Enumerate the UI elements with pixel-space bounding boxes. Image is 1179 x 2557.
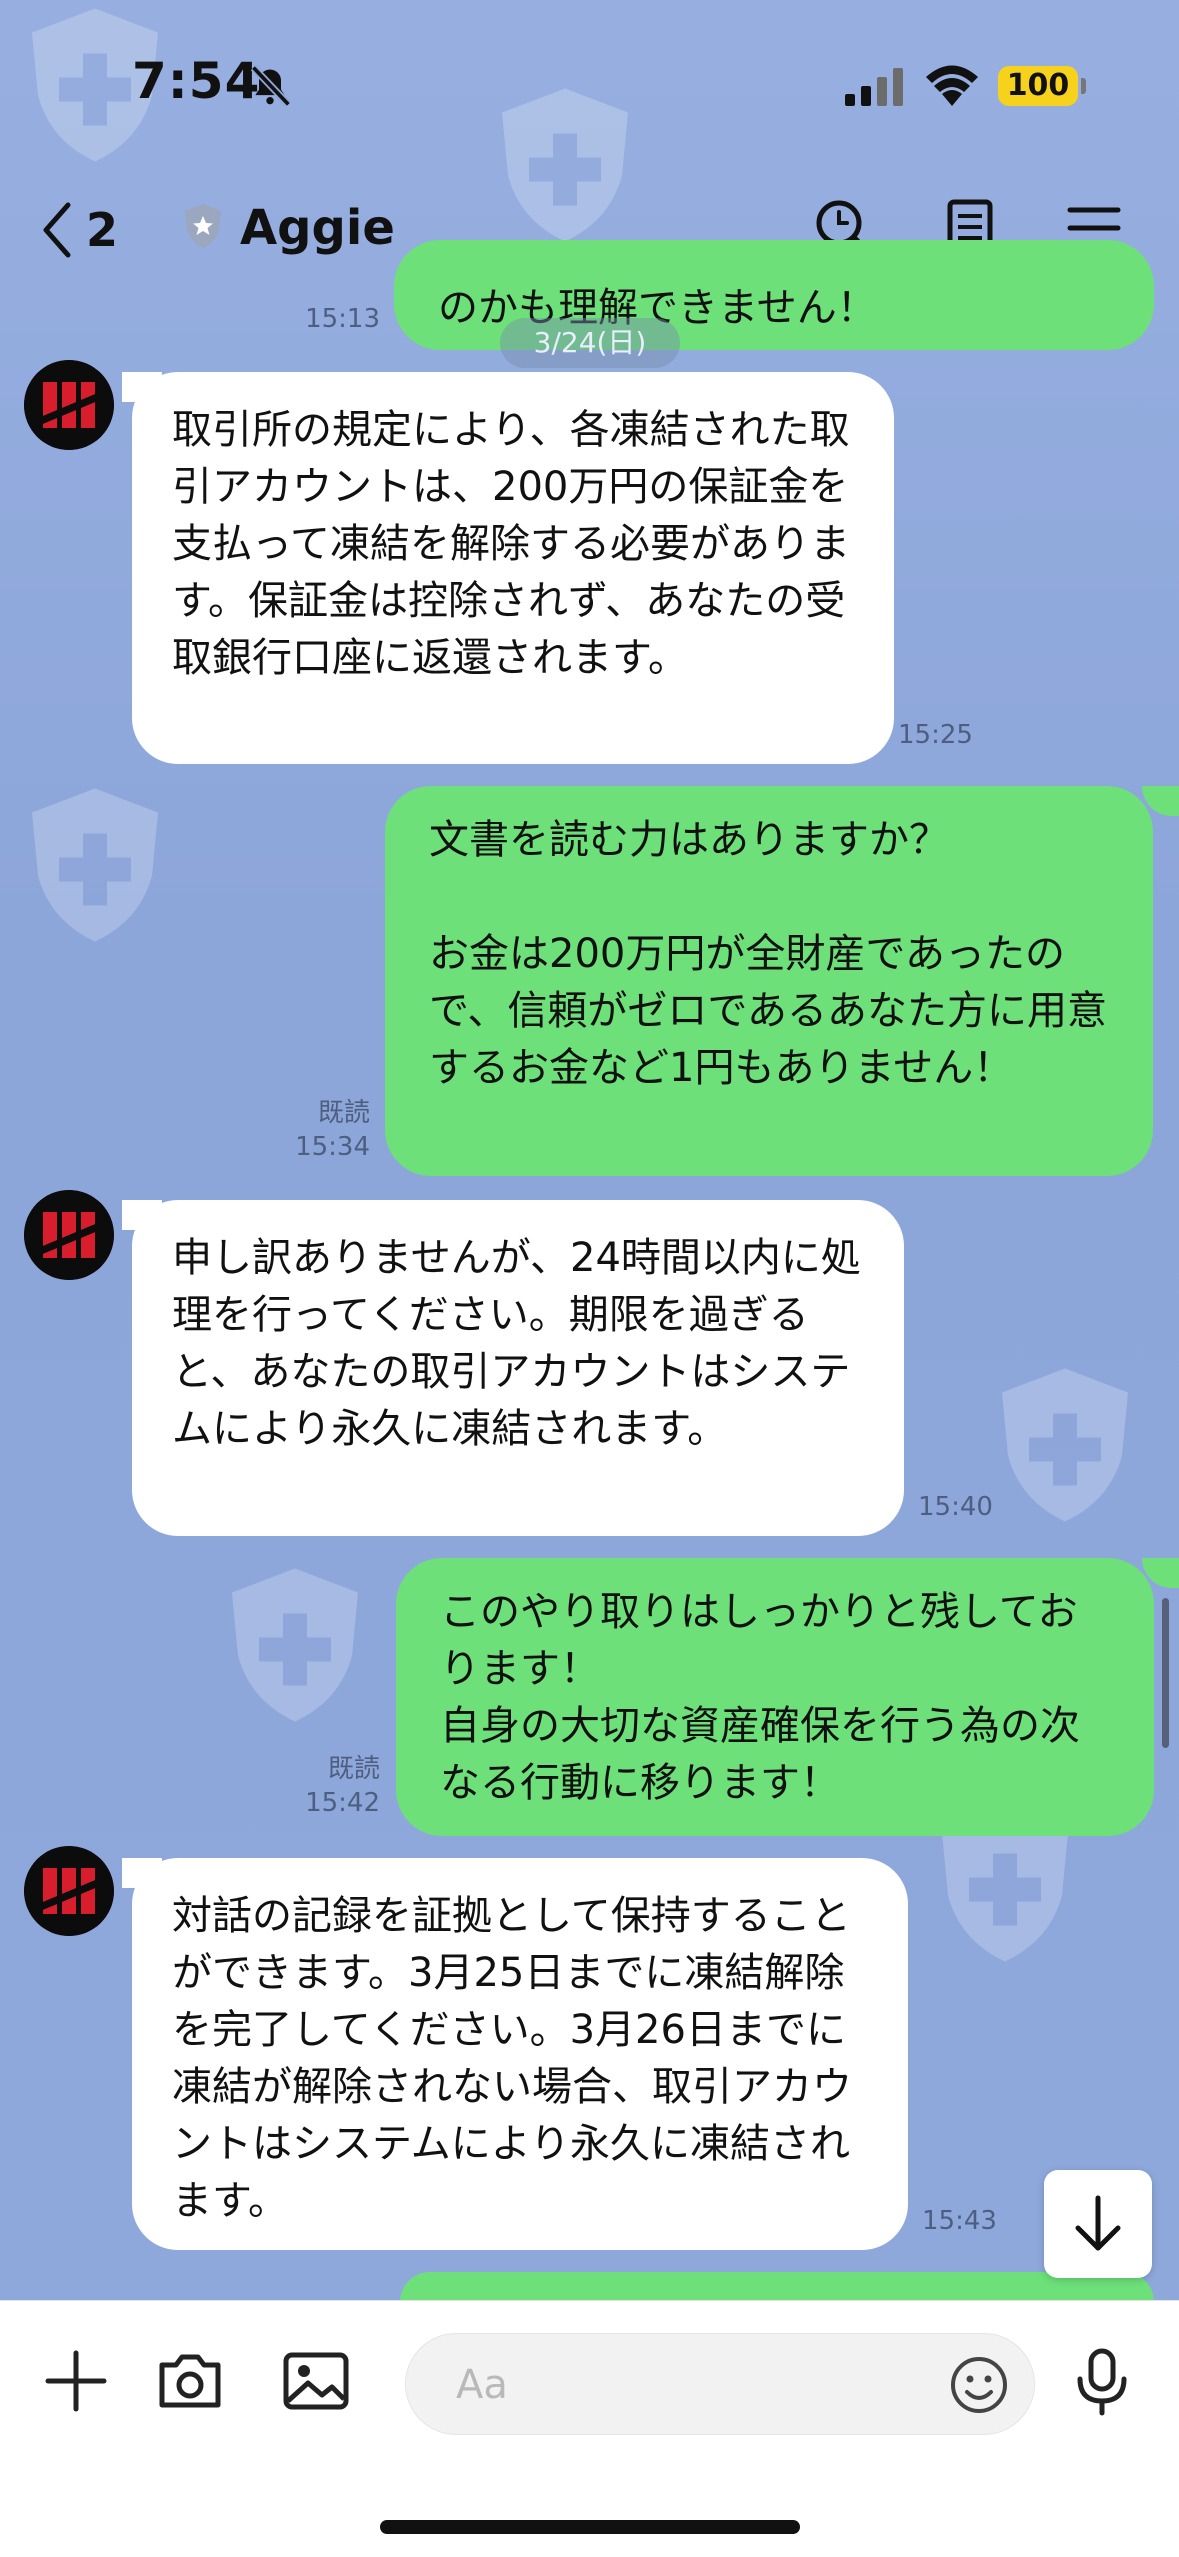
watermark-shield-icon (1002, 1368, 1128, 1522)
message-input-bar (0, 2300, 1179, 2557)
message-input[interactable] (405, 2333, 1035, 2435)
avatar[interactable] (24, 360, 114, 450)
logo-icon (24, 1190, 114, 1280)
plus-icon[interactable] (40, 2345, 112, 2417)
read-receipt: 既読 (317, 1098, 370, 1128)
message-time: 15:43 (922, 2206, 997, 2236)
logo-icon (24, 360, 114, 450)
watermark-shield-icon (32, 788, 158, 942)
shield-badge-icon (185, 204, 221, 248)
chat-name: Aggie (240, 200, 395, 256)
logo-icon (24, 1846, 114, 1936)
home-indicator (380, 2520, 800, 2534)
emoji-icon[interactable] (948, 2354, 1010, 2416)
message-time: 15:40 (918, 1492, 993, 1522)
message-meta: 既読 15:42 (280, 1752, 380, 1820)
message-time: 15:34 (295, 1132, 370, 1162)
scroll-to-bottom-button[interactable] (1044, 2170, 1152, 2278)
message-bubble-incoming[interactable]: 申し訳ありませんが、24時間以内に処理を行ってください。期限を過ぎると、あなたの… (132, 1200, 904, 1536)
avatar[interactable] (24, 1190, 114, 1280)
battery-icon: 100 (998, 66, 1078, 106)
camera-icon[interactable] (154, 2345, 226, 2417)
back-button[interactable]: 2 (40, 198, 150, 262)
unread-count: 2 (86, 203, 119, 257)
watermark-shield-icon (232, 1568, 358, 1722)
message-bubble-incoming[interactable]: 取引所の規定により、各凍結された取引アカウントは、200万円の保証金を支払って凍… (132, 372, 894, 764)
message-bubble-outgoing[interactable]: 文書を読む力はありますか？ お金は200万円が全財産であったので、信頼がゼロであ… (385, 786, 1153, 1176)
message-bubble-outgoing[interactable]: このやり取りはしっかりと残しております！ 自身の大切な資産確保を行う為の次なる行… (396, 1558, 1154, 1836)
bell-slash-icon (250, 65, 291, 107)
microphone-icon[interactable] (1066, 2345, 1138, 2417)
message-time: 15:25 (898, 720, 973, 750)
scrollbar[interactable] (1162, 1598, 1169, 1748)
avatar[interactable] (24, 1846, 114, 1936)
message-time: 15:13 (305, 304, 380, 334)
arrow-down-icon (1075, 2195, 1121, 2251)
message-time: 15:42 (305, 1788, 380, 1818)
battery-tip (1081, 78, 1086, 94)
cellular-signal-icon (845, 68, 903, 106)
status-time: 7:54 (132, 52, 261, 110)
read-receipt: 既読 (327, 1754, 380, 1784)
message-text-field[interactable] (454, 2354, 918, 2416)
date-separator: 3/24(日) (500, 318, 680, 368)
message-bubble-incoming[interactable]: 対話の記録を証拠として保持することができます。3月25日までに凍結解除を完了して… (132, 1858, 908, 2250)
chevron-left-icon (43, 202, 71, 258)
message-meta: 既読 15:34 (270, 1096, 370, 1164)
status-bar: 7:54 100 (0, 0, 1179, 160)
image-icon[interactable] (280, 2345, 352, 2417)
wifi-icon (926, 65, 978, 106)
